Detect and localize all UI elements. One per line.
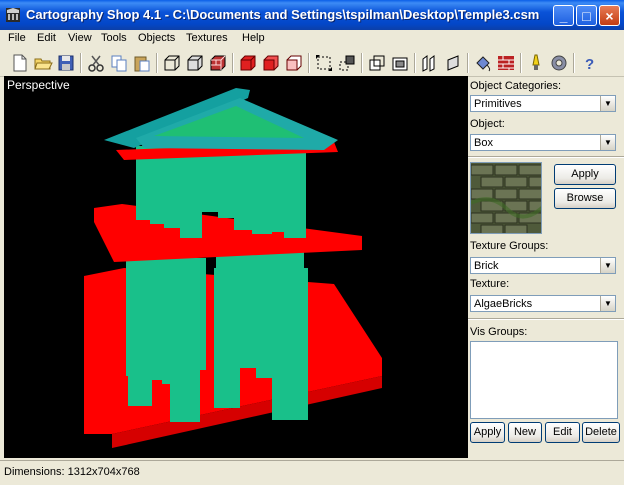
save-icon[interactable] bbox=[56, 53, 76, 73]
temple-scene bbox=[84, 88, 382, 448]
vis-delete-button[interactable]: Delete bbox=[582, 422, 620, 443]
menu-view[interactable]: View bbox=[68, 32, 92, 44]
red-box-outline-icon[interactable] bbox=[284, 53, 304, 73]
vis-groups-label: Vis Groups: bbox=[470, 326, 528, 338]
viewport-label: Perspective bbox=[7, 78, 70, 92]
apply-texture-button[interactable]: Apply bbox=[554, 164, 616, 185]
toolbar-separator bbox=[308, 53, 310, 73]
new-icon[interactable] bbox=[10, 53, 30, 73]
group-icon[interactable] bbox=[420, 53, 440, 73]
move-icon[interactable] bbox=[337, 53, 357, 73]
toolbar-separator bbox=[573, 53, 575, 73]
chevron-down-icon[interactable]: ▼ bbox=[600, 296, 615, 311]
brick-icon[interactable] bbox=[496, 53, 516, 73]
help-icon[interactable]: ? bbox=[579, 53, 599, 73]
box-textured-icon[interactable] bbox=[208, 53, 228, 73]
texture-select[interactable]: AlgaeBricks ▼ bbox=[470, 295, 616, 312]
paint-icon[interactable] bbox=[473, 53, 493, 73]
toolbar-separator bbox=[520, 53, 522, 73]
title-bar: Cartography Shop 4.1 - C:\Documents and … bbox=[0, 0, 624, 30]
browse-button[interactable]: Browse bbox=[554, 188, 616, 209]
object-select[interactable]: Box ▼ bbox=[470, 134, 616, 151]
perspective-viewport[interactable]: Perspective bbox=[4, 76, 468, 458]
vis-groups-list[interactable] bbox=[470, 341, 618, 419]
red-box-icon[interactable] bbox=[238, 53, 258, 73]
vis-edit-button[interactable]: Edit bbox=[545, 422, 580, 443]
status-bar: Dimensions: 1312x704x768 bbox=[0, 460, 624, 485]
dimensions-status: Dimensions: 1312x704x768 bbox=[4, 466, 140, 478]
texture-preview bbox=[470, 162, 542, 234]
minimize-button[interactable]: _ bbox=[553, 5, 574, 26]
menu-textures[interactable]: Textures bbox=[186, 32, 228, 44]
menu-bar: File Edit View Tools Objects Textures He… bbox=[0, 30, 624, 48]
vis-apply-button[interactable]: Apply bbox=[470, 422, 505, 443]
light-icon[interactable] bbox=[526, 53, 546, 73]
rotate-icon[interactable] bbox=[367, 53, 387, 73]
vis-new-button[interactable]: New bbox=[508, 422, 542, 443]
chevron-down-icon[interactable]: ▼ bbox=[600, 135, 615, 150]
toolbar-separator bbox=[156, 53, 158, 73]
toolbar: ? bbox=[0, 50, 624, 77]
texture-groups-select[interactable]: Brick ▼ bbox=[470, 257, 616, 274]
object-label: Object: bbox=[470, 118, 505, 130]
scale-icon[interactable] bbox=[314, 53, 334, 73]
toolbar-separator bbox=[80, 53, 82, 73]
object-categories-select[interactable]: Primitives ▼ bbox=[470, 95, 616, 112]
open-icon[interactable] bbox=[33, 53, 53, 73]
texture-groups-label: Texture Groups: bbox=[470, 240, 549, 252]
menu-tools[interactable]: Tools bbox=[101, 32, 127, 44]
toolbar-separator bbox=[414, 53, 416, 73]
texture-label: Texture: bbox=[470, 278, 510, 290]
menu-help[interactable]: Help bbox=[242, 32, 265, 44]
chevron-down-icon[interactable]: ▼ bbox=[600, 258, 615, 273]
object-categories-label: Object Categories: bbox=[470, 80, 562, 92]
maximize-button[interactable]: □ bbox=[576, 5, 597, 26]
toolbar-separator bbox=[467, 53, 469, 73]
toolbar-separator bbox=[361, 53, 363, 73]
box-solid-icon[interactable] bbox=[185, 53, 205, 73]
menu-edit[interactable]: Edit bbox=[37, 32, 56, 44]
cut-icon[interactable] bbox=[86, 53, 106, 73]
window-title: Cartography Shop 4.1 - C:\Documents and … bbox=[26, 7, 540, 22]
flip-icon[interactable] bbox=[390, 53, 410, 73]
panel-divider bbox=[468, 156, 624, 158]
svg-text:?: ? bbox=[585, 56, 594, 73]
side-panel: Object Categories: Primitives ▼ Object: … bbox=[468, 76, 624, 458]
settings-icon[interactable] bbox=[549, 53, 569, 73]
box-wire-icon[interactable] bbox=[162, 53, 182, 73]
ungroup-icon[interactable] bbox=[443, 53, 463, 73]
red-box-open-icon[interactable] bbox=[261, 53, 281, 73]
toolbar-separator bbox=[232, 53, 234, 73]
panel-divider bbox=[468, 318, 624, 320]
app-icon bbox=[6, 8, 20, 22]
copy-icon[interactable] bbox=[109, 53, 129, 73]
menu-file[interactable]: File bbox=[8, 32, 26, 44]
close-button[interactable]: × bbox=[599, 5, 620, 26]
menu-objects[interactable]: Objects bbox=[138, 32, 175, 44]
chevron-down-icon[interactable]: ▼ bbox=[600, 96, 615, 111]
paste-icon[interactable] bbox=[132, 53, 152, 73]
